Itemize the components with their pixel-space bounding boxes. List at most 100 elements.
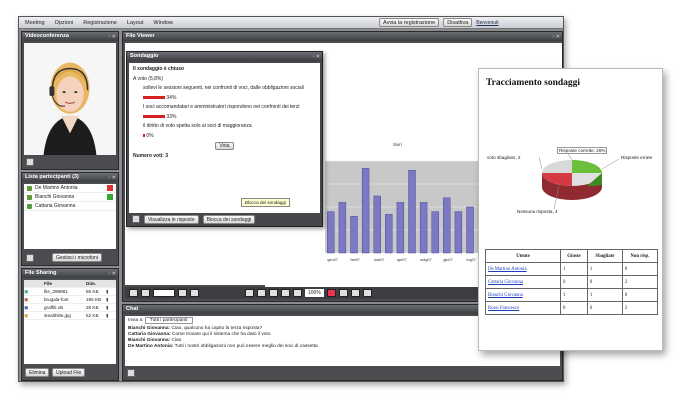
zoom-out-icon[interactable] [281, 289, 290, 297]
mic-on-icon[interactable] [107, 194, 113, 200]
participant-name: Cattaria Giovanna [35, 203, 76, 209]
list-item[interactable]: De Martino Antonia [24, 184, 116, 193]
participants-settings-button[interactable] [26, 254, 34, 262]
manage-mics-button[interactable]: Gestisci i microfoni [52, 253, 102, 262]
panel-controls-icon[interactable]: ▫ ✕ [313, 53, 320, 62]
user-link[interactable]: Cattaria Giovanna [485, 275, 561, 289]
draw-tool-icon[interactable] [245, 289, 254, 297]
poll-option-result: 33% [133, 114, 316, 121]
bar [443, 197, 451, 254]
delete-file-button[interactable]: Elimina [25, 368, 50, 377]
prev-page-icon[interactable] [141, 289, 150, 297]
webcam-video [24, 43, 116, 155]
file-name: stealthlite.jpg [44, 313, 71, 318]
file-icon: ▣ [24, 288, 29, 294]
chat-settings-button[interactable] [127, 369, 135, 377]
wrong-count: 0 [586, 301, 623, 315]
pie-label: Nessuna risposta, 4 [517, 209, 558, 214]
user-label[interactable]: Benvenuti [476, 20, 498, 26]
file-icon: ▣ [24, 296, 29, 302]
shape-tool-icon[interactable] [269, 289, 278, 297]
list-item[interactable]: Bianchi Giovanna [24, 193, 116, 202]
none-count: 0 [621, 288, 659, 302]
text-tool-icon[interactable] [257, 289, 266, 297]
user-link[interactable]: Rossi Francesco [485, 301, 561, 315]
menu-recording[interactable]: Registrazione [83, 20, 117, 26]
menu-options[interactable]: Opzioni [55, 20, 74, 26]
message-sender: Bianchi Giovanna: [128, 326, 171, 331]
delete-icon[interactable]: ▮ [106, 297, 109, 303]
poll-option-result: 0% [133, 133, 316, 140]
table-row[interactable]: ▣ graffiti.xls 28 KB ▮ [24, 304, 116, 312]
bar [431, 211, 439, 254]
poll-tracking-report: Tracciamento sondaggi Risposte corrette,… [478, 68, 663, 351]
column-header: Non risp. [621, 249, 659, 263]
panel-controls-icon[interactable]: ▫ ✕ [109, 33, 116, 42]
table-row[interactable]: ▣ brugala-foot 196 KB ▮ [24, 296, 116, 304]
lock-poll-button[interactable]: Blocca dei sondaggi [202, 214, 256, 224]
first-page-icon[interactable] [129, 289, 138, 297]
list-item[interactable]: Cattaria Giovanna [24, 202, 116, 211]
file-viewer-title: File Viewer [126, 33, 155, 39]
recipient-select[interactable]: Tutti i partecipanti [144, 317, 193, 324]
poll-option-text: I soci accomandatari e amministratori ri… [143, 104, 300, 110]
webcam-settings-button[interactable] [26, 158, 34, 166]
table-row: De Martino Antonia 1 1 0 [485, 262, 659, 276]
zoom-in-icon[interactable] [293, 289, 302, 297]
poll-content: Il sondaggio è chiuso A voto (5,8%) soll… [129, 63, 320, 213]
right-count: 1 [560, 288, 588, 302]
participant-name: Bianchi Giovanna [35, 194, 75, 200]
upload-file-button[interactable]: Upload File [52, 368, 86, 377]
menu-meeting[interactable]: Meeting [25, 20, 45, 26]
page-input[interactable] [153, 289, 175, 297]
color-icon[interactable] [362, 289, 372, 297]
poll-heading: Il sondaggio è chiuso [133, 66, 185, 72]
delete-icon[interactable]: ▮ [106, 313, 109, 319]
pie-label: Risposte corrette, 29% [557, 147, 608, 154]
panel-controls-icon[interactable]: ▫ ✕ [109, 174, 116, 183]
menu-layout[interactable]: Layout [127, 20, 144, 26]
wrong-count: 0 [586, 275, 623, 289]
delete-icon[interactable]: ▮ [106, 305, 109, 311]
user-link[interactable]: De Martino Antonia [485, 262, 561, 276]
record-button[interactable]: Avvia la registrazione [379, 18, 440, 27]
chat-title: Chat [126, 306, 139, 312]
bar [350, 215, 358, 254]
panel-controls-icon[interactable]: ▫ ✕ [553, 33, 560, 42]
poll-footer: Visualizza le risposte Blocca dei sondag… [129, 214, 320, 224]
highlighter-icon[interactable] [338, 289, 348, 297]
menu-window[interactable]: Window [153, 20, 173, 26]
zoom-level[interactable]: 100% [305, 289, 324, 297]
poll-count: A voto (5,8%) [133, 75, 164, 82]
panel-controls-icon[interactable]: ▫ ✕ [109, 270, 116, 279]
file-size: 196 KB [86, 297, 102, 302]
file-table: File Dim. ▣ file_398881 86 KB ▮ ▣ brugala-fo… [24, 280, 116, 364]
user-link[interactable]: Bianchi Giovanna [485, 288, 561, 302]
poll-window: Sondaggio ▫ ✕ Il sondaggio è chiuso A vot… [126, 51, 323, 227]
view-answers-button[interactable]: Visualizza le risposte [144, 214, 199, 224]
result-pct: 0% [146, 132, 154, 139]
table-row[interactable]: ▣ file_398881 86 KB ▮ [24, 288, 116, 296]
wrong-count: 1 [586, 288, 623, 302]
mic-off-icon[interactable] [107, 185, 113, 191]
eraser-icon[interactable] [350, 289, 360, 297]
vote-button[interactable]: Vota [215, 142, 234, 150]
right-count: 0 [560, 301, 588, 315]
next-page-icon[interactable] [178, 289, 187, 297]
bar [466, 206, 474, 254]
vote-row: Vota [133, 142, 316, 150]
poll-settings-button[interactable] [132, 215, 140, 223]
column-header: Giuste [560, 249, 588, 263]
file-name: brugala-foot [44, 297, 69, 302]
table-row: Cattaria Giovanna 0 0 2 [485, 275, 659, 289]
right-count: 0 [560, 275, 588, 289]
poll-option-result: 34% [133, 95, 316, 102]
status-button[interactable]: Disattiva [443, 18, 473, 27]
bar [385, 214, 393, 254]
table-row[interactable]: ▣ stealthlite.jpg 52 KB ▮ [24, 312, 116, 320]
pen-icon[interactable] [326, 289, 336, 297]
last-page-icon[interactable] [190, 289, 199, 297]
table-row: Rossi Francesco 0 0 2 [485, 301, 659, 315]
x-tick-label: giu07 [443, 258, 452, 262]
delete-icon[interactable]: ▮ [106, 289, 109, 295]
